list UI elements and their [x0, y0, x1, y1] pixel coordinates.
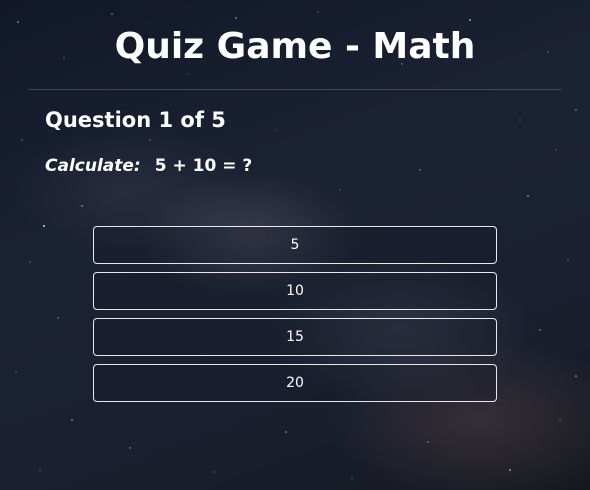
title-divider: [28, 89, 562, 90]
prompt-label: Calculate:: [45, 156, 141, 176]
answer-option-button[interactable]: 15: [93, 318, 497, 356]
question-counter: Question 1 of 5: [45, 108, 226, 132]
answer-option-button[interactable]: 10: [93, 272, 497, 310]
answer-option-button[interactable]: 20: [93, 364, 497, 402]
answer-options: 5 10 15 20: [93, 226, 497, 410]
answer-option-button[interactable]: 5: [93, 226, 497, 264]
question-prompt: Calculate: 5 + 10 = ?: [45, 156, 252, 176]
question-expression: 5 + 10 = ?: [154, 156, 253, 176]
page-title: Quiz Game - Math: [114, 26, 476, 67]
